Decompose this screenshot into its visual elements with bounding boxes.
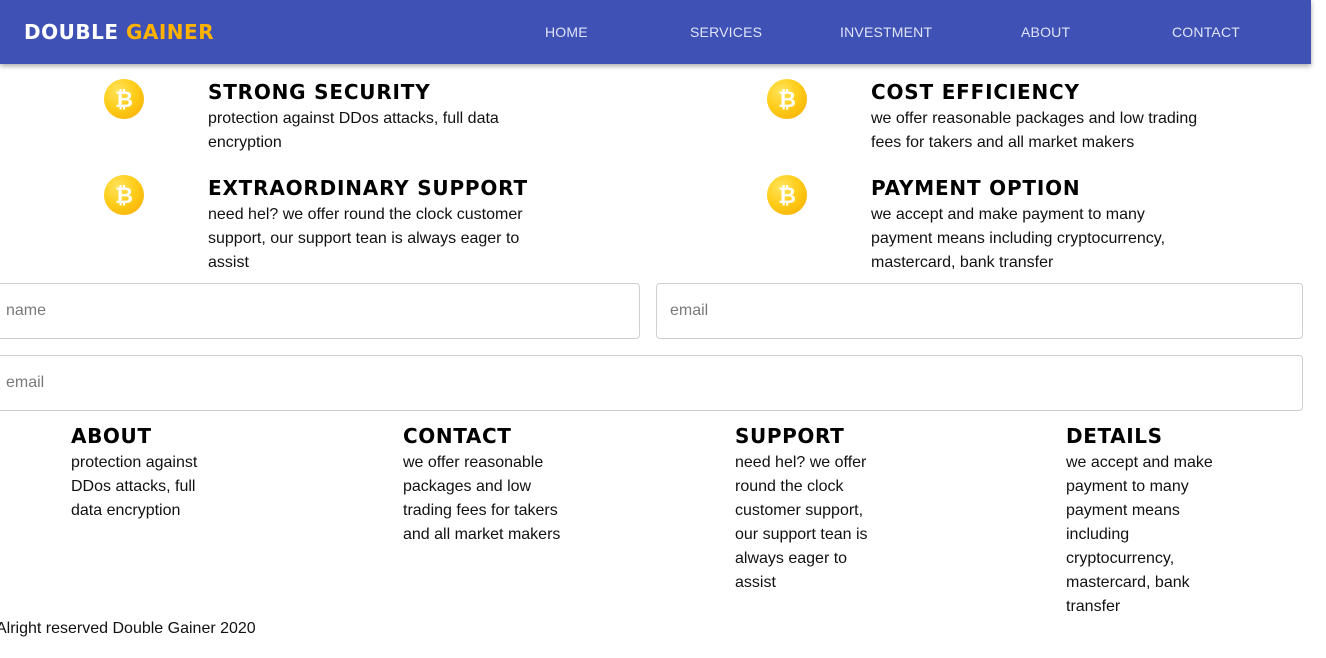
feature-desc-cost: we offer reasonable packages and low tra… — [871, 110, 1198, 151]
svg-text:₿: ₿ — [115, 88, 133, 113]
svg-text:₿: ₿ — [115, 184, 133, 209]
footer-contact-title: CONTACT — [403, 424, 512, 448]
bitcoin-icon: ₿ — [104, 79, 144, 119]
email-input[interactable] — [657, 284, 1302, 338]
nav-services-link[interactable]: SERVICES — [690, 24, 762, 40]
nav-about-link[interactable]: ABOUT — [1021, 24, 1070, 40]
feature-title-security: STRONG SECURITY — [208, 80, 431, 104]
message-input[interactable] — [0, 356, 1302, 410]
footer-about-title: ABOUT — [71, 424, 152, 448]
copyright-text: Alright reserved Double Gainer 2020 — [0, 620, 256, 637]
footer-about-text: protection against DDos attacks, full da… — [71, 454, 198, 519]
brand-logo[interactable]: DOUBLE GAINER — [24, 20, 214, 44]
footer-contact-text: we offer reasonable packages and low tra… — [403, 454, 561, 543]
bitcoin-icon: ₿ — [767, 79, 807, 119]
bitcoin-icon: ₿ — [104, 175, 144, 215]
nav-contact-link[interactable]: CONTACT — [1172, 24, 1240, 40]
footer-support-text: need hel? we offer round the clock custo… — [735, 454, 868, 591]
top-navbar: DOUBLE GAINER HOME SERVICES INVESTMENT A… — [0, 0, 1311, 64]
feature-title-payment: PAYMENT OPTION — [871, 176, 1081, 200]
feature-desc-support: need hel? we offer round the clock custo… — [208, 206, 523, 271]
name-field — [0, 283, 640, 339]
footer-details-text: we accept and make payment to many payme… — [1066, 454, 1213, 615]
svg-text:₿: ₿ — [778, 184, 796, 209]
nav-investment-link[interactable]: INVESTMENT — [840, 24, 932, 40]
nav-home-link[interactable]: HOME — [545, 24, 588, 40]
footer-details-title: DETAILS — [1066, 424, 1163, 448]
svg-text:₿: ₿ — [778, 88, 796, 113]
bitcoin-icon: ₿ — [767, 175, 807, 215]
name-input[interactable] — [0, 284, 639, 338]
feature-title-support: EXTRAORDINARY SUPPORT — [208, 176, 528, 200]
brand-first-word: DOUBLE — [24, 20, 119, 44]
email-field — [656, 283, 1303, 339]
footer-support-title: SUPPORT — [735, 424, 845, 448]
message-field — [0, 355, 1303, 411]
feature-desc-security: protection against DDos attacks, full da… — [208, 110, 499, 151]
feature-title-cost: COST EFFICIENCY — [871, 80, 1080, 104]
feature-desc-payment: we accept and make payment to many payme… — [871, 206, 1166, 271]
brand-second-word: GAINER — [125, 20, 215, 44]
